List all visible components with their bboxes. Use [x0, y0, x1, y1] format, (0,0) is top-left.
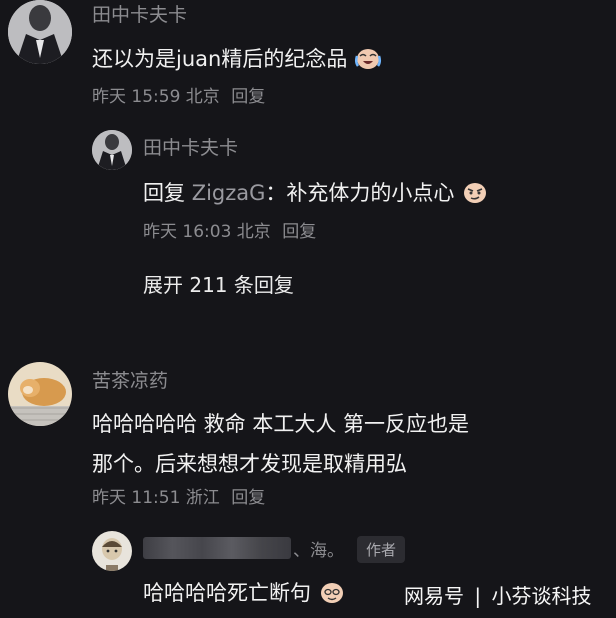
- avatar-image: [92, 130, 132, 170]
- sweat-smile-icon: [318, 580, 346, 609]
- avatar[interactable]: [8, 362, 72, 426]
- author-badge: 作者: [357, 536, 406, 563]
- comment-meta: 昨天 11:51 浙江 回复: [92, 483, 265, 508]
- reply-username[interactable]: 田中卡夫卡: [143, 133, 238, 160]
- avatar-image: [8, 0, 72, 64]
- reply-text-content: 哈哈哈哈死亡断句: [143, 581, 311, 605]
- comment-time-location: 昨天 11:51 浙江: [92, 488, 220, 508]
- blurred-username[interactable]: [143, 537, 291, 559]
- reply-avatar[interactable]: [92, 130, 132, 170]
- crying-laugh-icon: [354, 46, 382, 75]
- avatar[interactable]: [8, 0, 72, 64]
- comment-username[interactable]: 田中卡夫卡: [92, 0, 187, 27]
- avatar-image: [92, 531, 132, 571]
- expand-replies-link[interactable]: 展开 211 条回复: [143, 269, 294, 298]
- reply-to-username[interactable]: ZigzaG: [192, 181, 266, 205]
- reply-username-tail[interactable]: 、海。: [293, 536, 344, 561]
- smirk-icon: [461, 180, 489, 209]
- comment-text: 还以为是juan精后的纪念品: [92, 43, 382, 75]
- reply-button[interactable]: 回复: [282, 222, 316, 242]
- comment-text-line2: 那个。后来想想才发现是取精用弘: [92, 452, 407, 476]
- reply-text: 哈哈哈哈死亡断句: [143, 577, 346, 609]
- reply-text-content: ：补充体力的小点心: [265, 181, 455, 205]
- comment-time-location: 昨天 15:59 北京: [92, 87, 220, 107]
- watermark-brand: 网易号: [404, 584, 464, 608]
- cat-avatar-image: [8, 362, 72, 426]
- reply-meta: 昨天 16:03 北京 回复: [143, 217, 316, 242]
- reply-button[interactable]: 回复: [231, 87, 265, 107]
- comment-text-line1: 哈哈哈哈哈 救命 本工大人 第一反应也是: [92, 412, 470, 436]
- watermark-account: 小芬谈科技: [491, 584, 592, 608]
- reply-button[interactable]: 回复: [231, 488, 265, 508]
- reply-avatar[interactable]: [92, 531, 132, 571]
- comment-username[interactable]: 苦茶凉药: [92, 366, 168, 393]
- reply-prefix: 回复: [143, 181, 185, 205]
- reply-text: 回复 ZigzaG：补充体力的小点心: [143, 177, 489, 209]
- reply-time-location: 昨天 16:03 北京: [143, 222, 271, 242]
- watermark: 网易号 | 小芬谈科技: [404, 580, 591, 609]
- comment-meta: 昨天 15:59 北京 回复: [92, 82, 265, 107]
- watermark-separator: |: [474, 584, 482, 608]
- comment-text-content: 还以为是juan精后的纪念品: [92, 47, 348, 71]
